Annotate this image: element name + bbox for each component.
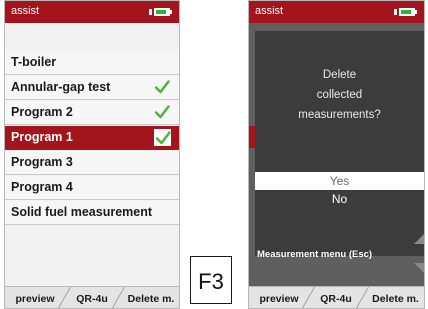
battery-icon bbox=[149, 7, 173, 17]
dialog-line: collected bbox=[316, 89, 363, 101]
app-name: assist bbox=[255, 5, 284, 17]
menu-item-label: Annular-gap test bbox=[11, 80, 111, 94]
menu-item-annular-gap-test[interactable]: Annular-gap test bbox=[5, 76, 179, 100]
menu-item-solid-fuel-measurement[interactable]: Solid fuel measurement bbox=[5, 201, 179, 225]
menu-item-label: Program 4 bbox=[11, 180, 73, 194]
status-bar: assist bbox=[249, 1, 424, 23]
battery-icon bbox=[394, 7, 418, 17]
menu-item-program-4[interactable]: Program 4 bbox=[5, 176, 179, 200]
softkey-delete-measurements[interactable]: Delete m. bbox=[122, 290, 179, 308]
program-menu: T-boiler Annular-gap test Program 2 Prog… bbox=[5, 51, 179, 226]
corner-up-arrow-icon bbox=[414, 234, 424, 244]
checkmark-icon bbox=[154, 129, 171, 146]
menu-item-program-1[interactable]: Program 1 bbox=[5, 126, 179, 150]
checkmark-icon bbox=[153, 103, 171, 121]
yes-option[interactable]: Yes bbox=[255, 172, 424, 190]
no-option[interactable]: No bbox=[255, 190, 424, 208]
menu-item-program-3[interactable]: Program 3 bbox=[5, 151, 179, 175]
menu-item-label: T-boiler bbox=[11, 55, 57, 69]
softkey-bar: preview QR-4u Delete m. bbox=[249, 286, 424, 308]
softkey-bar: preview QR-4u Delete m. bbox=[5, 286, 179, 308]
device-screen-menu: assist T-boiler Annular-gap test Program… bbox=[4, 0, 180, 309]
menu-item-label: Program 1 bbox=[11, 130, 73, 144]
dialog-message: Delete collected measurements? bbox=[255, 65, 424, 125]
app-name: assist bbox=[11, 5, 40, 17]
delete-confirm-dialog: Delete collected measurements? Yes No Me… bbox=[255, 31, 424, 260]
checkmark-icon bbox=[153, 78, 171, 96]
menu-item-label: Program 3 bbox=[11, 155, 73, 169]
device-screen-delete-dialog: assist Delete collected measurements? Ye… bbox=[248, 0, 425, 309]
esc-menu-link[interactable]: Measurement menu (Esc) bbox=[255, 245, 424, 265]
softkey-delete-measurements[interactable]: Delete m. bbox=[366, 290, 424, 308]
menu-item-label: Program 2 bbox=[11, 105, 73, 119]
softkey-qr-4u[interactable]: QR-4u bbox=[69, 290, 115, 308]
status-bar: assist bbox=[5, 1, 179, 23]
softkey-qr-4u[interactable]: QR-4u bbox=[313, 290, 359, 308]
softkey-preview[interactable]: preview bbox=[253, 290, 305, 308]
softkey-preview[interactable]: preview bbox=[9, 290, 61, 308]
menu-item-t-boiler[interactable]: T-boiler bbox=[5, 51, 179, 75]
corner-down-arrow-icon bbox=[414, 263, 424, 273]
dialog-line: measurements? bbox=[298, 109, 381, 121]
dialog-line: Delete bbox=[322, 69, 357, 81]
menu-item-program-2[interactable]: Program 2 bbox=[5, 101, 179, 125]
f3-key-label: F3 bbox=[190, 256, 232, 304]
menu-item-label: Solid fuel measurement bbox=[11, 205, 153, 219]
